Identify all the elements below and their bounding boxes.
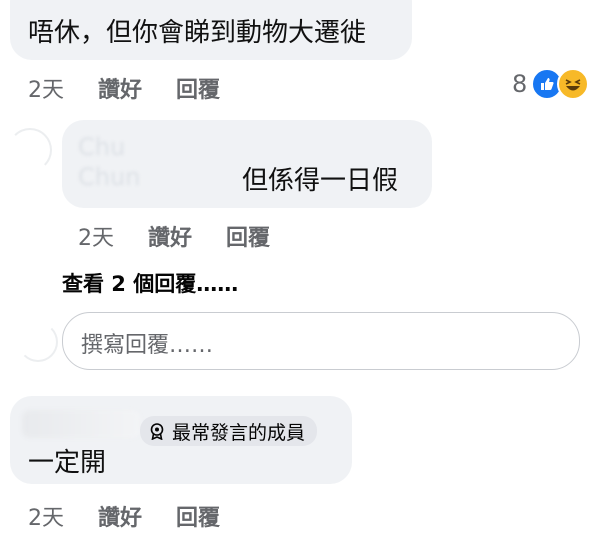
reply-input[interactable]: 撰寫回覆…… (62, 312, 580, 370)
comment-timestamp[interactable]: 2天 (28, 72, 98, 104)
like-button[interactable]: 讚好 (148, 220, 226, 252)
like-button[interactable]: 讚好 (98, 72, 176, 104)
top-contributor-badge[interactable]: 最常發言的成員 (140, 416, 318, 446)
reply-button[interactable]: 回覆 (226, 220, 270, 252)
comment-author-name[interactable] (22, 410, 140, 438)
reply-text: 但係得一日假 (242, 166, 399, 196)
comment-bubble: 最常發言的成員 一定開 (10, 396, 352, 484)
badge-label: 最常發言的成員 (172, 421, 306, 444)
reply-input-placeholder: 撰寫回覆…… (81, 333, 214, 358)
reply-button[interactable]: 回覆 (176, 72, 220, 104)
like-button[interactable]: 讚好 (98, 500, 176, 532)
comment-bubble: 唔休，但你會睇到動物大遷徙 (10, 0, 412, 60)
reactions-summary[interactable]: 8 (512, 68, 590, 100)
reaction-count: 8 (512, 70, 528, 98)
comment-actions: 2天 讚好 回覆 (28, 72, 220, 104)
comment-timestamp[interactable]: 2天 (28, 500, 98, 532)
reply-author-name[interactable]: Chu Chun (78, 132, 140, 192)
top-contributor-badge-icon (148, 422, 166, 440)
comment-actions: 2天 讚好 回覆 (28, 500, 220, 532)
view-more-replies-link[interactable]: 查看 2 個回覆…… (62, 268, 238, 298)
reply-button[interactable]: 回覆 (176, 500, 220, 532)
comment-text: 一定開 (28, 448, 107, 478)
comment-text: 唔休，但你會睇到動物大遷徙 (28, 18, 367, 48)
reply-bubble: Chu Chun 但係得一日假 (62, 120, 432, 208)
reply-avatar[interactable] (8, 128, 52, 172)
reply-timestamp[interactable]: 2天 (78, 220, 148, 252)
reply-actions: 2天 讚好 回覆 (78, 220, 270, 252)
haha-reaction-icon (557, 68, 590, 100)
composer-avatar (18, 322, 58, 362)
